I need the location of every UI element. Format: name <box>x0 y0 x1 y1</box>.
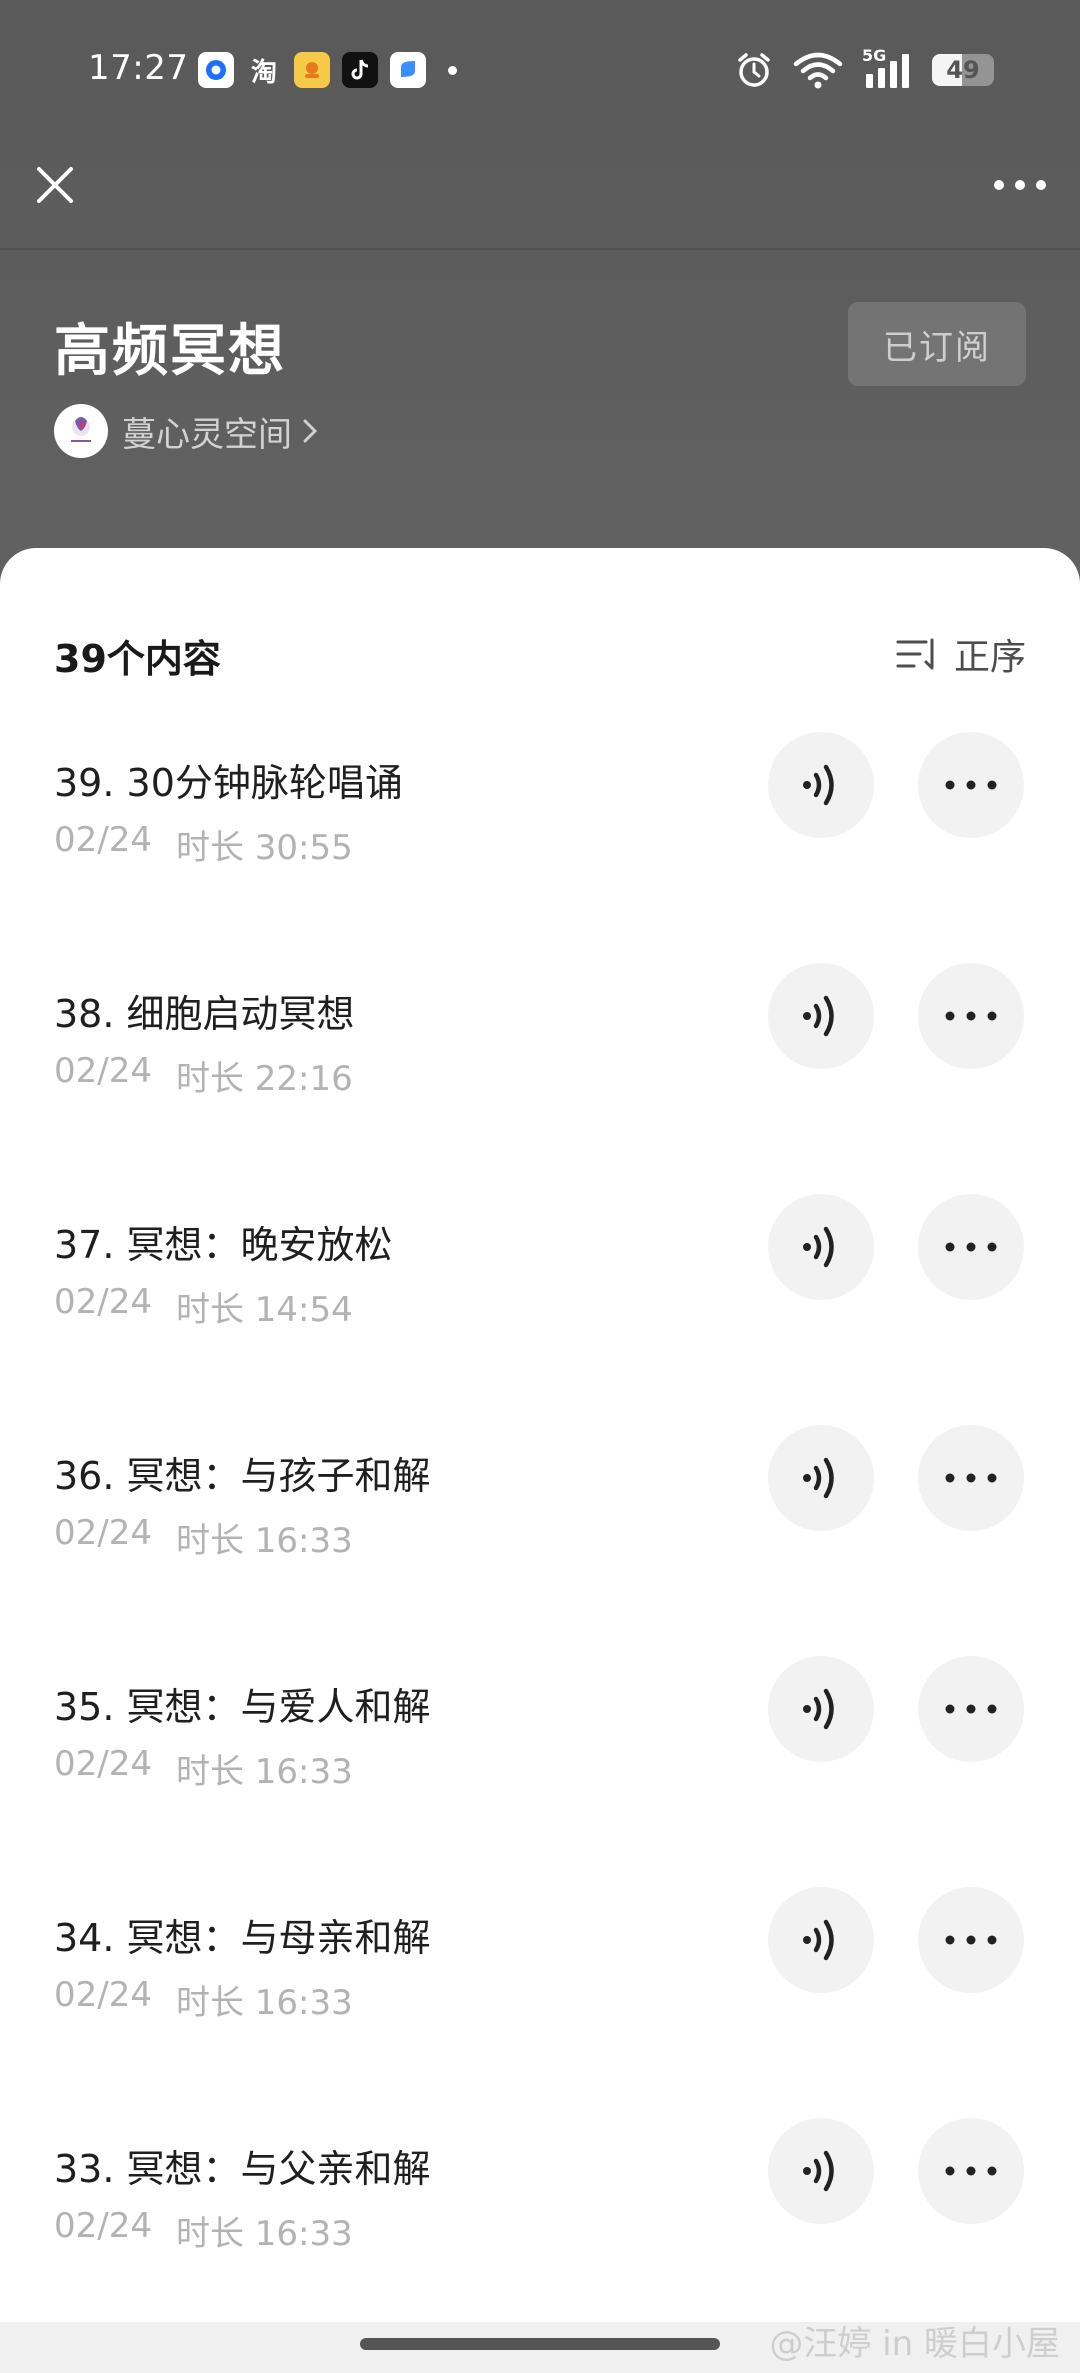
status-indicators: 5G 49 <box>734 46 994 90</box>
close-icon <box>37 167 73 203</box>
episode-more-button[interactable] <box>918 1194 1024 1300</box>
episode-item[interactable]: 39. 30分钟脉轮唱诵 02/24 时长 30:55 <box>0 732 1080 952</box>
more-notifications-dot <box>448 65 457 75</box>
episode-item[interactable]: 34. 冥想：与母亲和解 02/24 时长 16:33 <box>0 1887 1080 2107</box>
episode-duration: 时长 30:55 <box>175 828 353 868</box>
alarm-icon <box>738 53 770 87</box>
more-icon <box>945 1704 997 1714</box>
episode-item[interactable]: 37. 冥想：晚安放松 02/24 时长 14:54 <box>0 1194 1080 1414</box>
audio-wave-icon <box>803 995 834 1037</box>
episode-title: 37. 冥想：晚安放松 <box>54 1223 393 1267</box>
more-icon <box>945 1935 997 1945</box>
episode-item[interactable]: 36. 冥想：与孩子和解 02/24 时长 16:33 <box>0 1425 1080 1645</box>
episode-date: 02/24 <box>54 1282 152 1322</box>
close-button[interactable] <box>30 160 80 210</box>
album-header-background <box>0 0 1080 600</box>
episode-title: 33. 冥想：与父亲和解 <box>54 2147 431 2191</box>
audio-wave-icon <box>803 1919 834 1961</box>
episode-duration: 时长 14:54 <box>175 1290 353 1330</box>
episode-title: 34. 冥想：与母亲和解 <box>54 1916 431 1960</box>
play-audio-button[interactable] <box>768 1425 874 1531</box>
more-icon <box>994 180 1046 190</box>
episode-more-button[interactable] <box>918 1656 1024 1762</box>
more-icon <box>945 2166 997 2176</box>
meituan-icon <box>294 52 330 88</box>
episode-item[interactable]: 38. 细胞启动冥想 02/24 时长 22:16 <box>0 963 1080 1183</box>
episode-item[interactable]: 33. 冥想：与父亲和解 02/24 时长 16:33 <box>0 2118 1080 2338</box>
play-audio-button[interactable] <box>768 1656 874 1762</box>
episode-title: 39. 30分钟脉轮唱诵 <box>54 761 403 805</box>
episode-duration: 时长 16:33 <box>175 1983 353 2023</box>
episode-duration: 时长 22:16 <box>175 1059 353 1099</box>
episode-title: 38. 细胞启动冥想 <box>54 992 355 1036</box>
author-name: 蔓心灵空间 <box>122 414 292 455</box>
sort-label: 正序 <box>953 637 1026 678</box>
album-title: 高频冥想 <box>54 319 286 384</box>
signal-5g-icon: 5G <box>862 46 914 90</box>
more-icon <box>945 1242 997 1252</box>
taobao-icon: 淘 <box>250 57 277 88</box>
episode-date: 02/24 <box>54 1975 152 2015</box>
episode-title: 35. 冥想：与爱人和解 <box>54 1685 431 1729</box>
battery-percentage: 49 <box>946 56 980 84</box>
sort-icon <box>896 638 934 670</box>
episode-meta: 02/24 时长 16:33 <box>54 2206 353 2255</box>
episode-more-button[interactable] <box>918 1887 1024 1993</box>
battery-indicator: 49 <box>932 54 994 86</box>
play-audio-button[interactable] <box>768 732 874 838</box>
blue-app-icon <box>390 52 426 88</box>
episode-more-button[interactable] <box>918 1425 1024 1531</box>
episode-more-button[interactable] <box>918 2118 1024 2224</box>
sort-order-button[interactable]: 正序 <box>896 628 1026 680</box>
wifi-icon <box>793 52 843 89</box>
play-audio-button[interactable] <box>768 963 874 1069</box>
watermark: @汪婷 in 暖白小屋 <box>769 2324 1060 2364</box>
tiktok-icon <box>342 52 378 88</box>
home-indicator[interactable] <box>360 2338 720 2350</box>
more-options-button[interactable] <box>990 160 1050 210</box>
audio-wave-icon <box>803 1457 834 1499</box>
episode-meta: 02/24 时长 16:33 <box>54 1513 353 1562</box>
screen: 17:27 淘 5G 49 高频冥想 已订阅 蔓心灵空间 39个内容 正序 39… <box>0 0 1080 2373</box>
author-link[interactable]: 蔓心灵空间 <box>54 404 318 458</box>
episode-item[interactable]: 35. 冥想：与爱人和解 02/24 时长 16:33 <box>0 1656 1080 1876</box>
episode-more-button[interactable] <box>918 732 1024 838</box>
episode-date: 02/24 <box>54 2206 152 2246</box>
subscribe-button[interactable]: 已订阅 <box>848 302 1026 386</box>
audio-wave-icon <box>803 1226 834 1268</box>
qq-browser-icon <box>198 52 234 88</box>
content-count: 39个内容 <box>54 637 221 681</box>
more-icon <box>945 780 997 790</box>
episode-meta: 02/24 时长 30:55 <box>54 820 353 869</box>
audio-wave-icon <box>803 1688 834 1730</box>
episode-date: 02/24 <box>54 1051 152 1091</box>
episode-date: 02/24 <box>54 820 152 860</box>
status-time: 17:27 <box>88 48 189 88</box>
audio-wave-icon <box>803 2150 834 2192</box>
episode-title: 36. 冥想：与孩子和解 <box>54 1454 431 1498</box>
more-icon <box>945 1473 997 1483</box>
episode-date: 02/24 <box>54 1744 152 1784</box>
episode-meta: 02/24 时长 22:16 <box>54 1051 353 1100</box>
author-avatar <box>54 404 108 458</box>
episode-meta: 02/24 时长 16:33 <box>54 1975 353 2024</box>
audio-wave-icon <box>803 764 834 806</box>
more-icon <box>945 1011 997 1021</box>
topbar-divider <box>0 248 1080 250</box>
episode-date: 02/24 <box>54 1513 152 1553</box>
episode-meta: 02/24 时长 14:54 <box>54 1282 353 1331</box>
episode-duration: 时长 16:33 <box>175 1521 353 1561</box>
play-audio-button[interactable] <box>768 2118 874 2224</box>
chevron-right-icon <box>302 417 318 445</box>
status-app-icons: 淘 <box>198 52 457 88</box>
episode-more-button[interactable] <box>918 963 1024 1069</box>
episode-duration: 时长 16:33 <box>175 1752 353 1792</box>
play-audio-button[interactable] <box>768 1194 874 1300</box>
episode-duration: 时长 16:33 <box>175 2214 353 2254</box>
play-audio-button[interactable] <box>768 1887 874 1993</box>
episode-meta: 02/24 时长 16:33 <box>54 1744 353 1793</box>
